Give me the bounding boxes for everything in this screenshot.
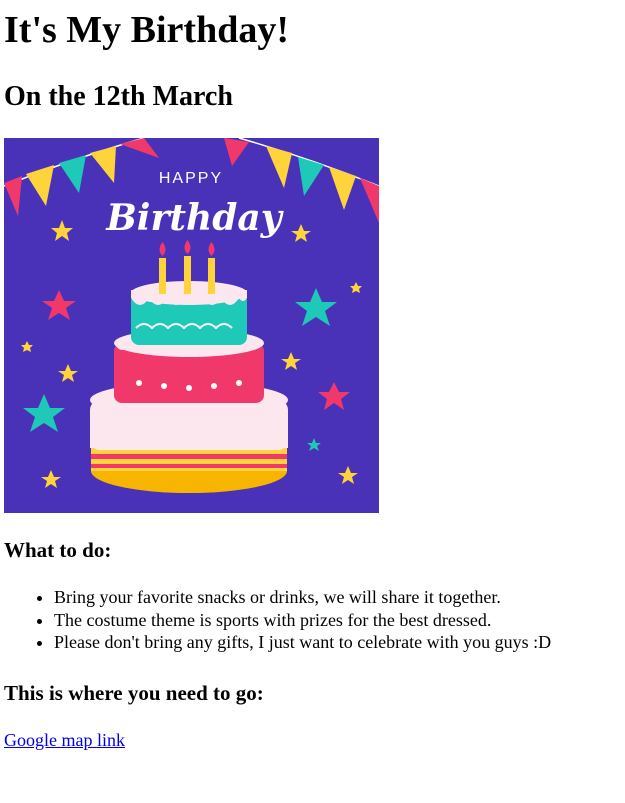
list-item: Bring your favorite snacks or drinks, we…	[54, 586, 551, 609]
todo-heading: What to do:	[4, 538, 112, 562]
location-heading: This is where you need to go:	[4, 681, 264, 705]
list-item: Please don't bring any gifts, I just wan…	[54, 631, 551, 654]
page-title: It's My Birthday!	[4, 9, 289, 51]
page-subtitle: On the 12th March	[4, 81, 233, 112]
poster-caption-main: Birthday	[105, 197, 283, 239]
poster-caption-top: HAPPY	[159, 170, 223, 187]
list-item: The costume theme is sports with prizes …	[54, 609, 551, 632]
todo-list: Bring your favorite snacks or drinks, we…	[4, 586, 551, 654]
birthday-cake-image: HAPPY Birthday	[4, 138, 379, 513]
google-map-link[interactable]: Google map link	[4, 729, 125, 751]
